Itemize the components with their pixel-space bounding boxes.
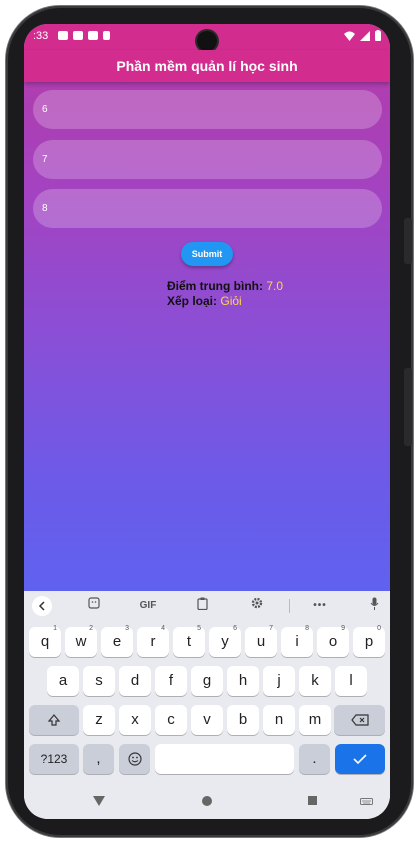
key-hint: 7: [269, 625, 273, 632]
average-label: Điểm trung bình:: [167, 279, 263, 293]
youtube-icon: [88, 31, 98, 40]
back-icon[interactable]: [93, 796, 105, 806]
key-hint: 9: [341, 625, 345, 632]
microphone-icon[interactable]: [366, 597, 382, 615]
rank-value: Giỏi: [220, 294, 242, 308]
key-m[interactable]: m: [299, 705, 331, 735]
score-field-1[interactable]: 6: [33, 90, 382, 129]
sticker-icon[interactable]: [84, 597, 104, 615]
key-hint: 3: [125, 625, 129, 632]
key-hint: 1: [53, 625, 57, 632]
key-label: w: [75, 633, 87, 650]
period-key[interactable]: .: [299, 744, 330, 774]
keyboard-toolbar: GIF •••: [24, 591, 390, 621]
submit-button[interactable]: Submit: [181, 242, 233, 266]
key-d[interactable]: d: [119, 666, 151, 696]
key-k[interactable]: k: [299, 666, 331, 696]
notification-icons: [58, 31, 110, 40]
key-y[interactable]: y6: [209, 625, 241, 657]
key-z[interactable]: z: [83, 705, 115, 735]
key-p[interactable]: p0: [353, 625, 385, 657]
score-field-2[interactable]: 7: [33, 140, 382, 179]
average-value: 7.0: [266, 279, 284, 293]
key-n[interactable]: n: [263, 705, 295, 735]
key-w[interactable]: w2: [65, 625, 97, 657]
keyboard: GIF ••• ?123 , . q 1 w 2 e 3 r 4 t 5 y 6…: [24, 591, 390, 819]
key-a[interactable]: a: [47, 666, 79, 696]
key-c[interactable]: c: [155, 705, 187, 735]
key-g[interactable]: g: [191, 666, 223, 696]
signal-icon: [360, 30, 370, 41]
key-x[interactable]: x: [119, 705, 151, 735]
youtube-icon: [73, 31, 83, 40]
settings-gear-icon[interactable]: [247, 597, 267, 615]
shift-key[interactable]: [29, 705, 79, 735]
key-label: y: [221, 633, 229, 650]
status-time: :33: [33, 30, 49, 42]
key-hint: 6: [233, 625, 237, 632]
key-label: p: [364, 633, 374, 650]
screen: :33 Phần mềm quản lí học sinh 6 7 8 Subm…: [24, 24, 390, 819]
key-j[interactable]: j: [263, 666, 295, 696]
collapse-icon[interactable]: [32, 596, 52, 616]
key-label: u: [256, 633, 266, 650]
key-o[interactable]: o9: [317, 625, 349, 657]
key-u[interactable]: u7: [245, 625, 277, 657]
app-notification-icon: [58, 31, 68, 40]
status-bar: :33: [24, 24, 390, 51]
navigation-bar: [24, 786, 390, 819]
home-icon[interactable]: [202, 796, 212, 806]
key-l[interactable]: l: [335, 666, 367, 696]
key-i[interactable]: i8: [281, 625, 313, 657]
key-label: i: [295, 633, 299, 650]
app-bar: Phần mềm quản lí học sinh: [24, 50, 390, 82]
key-label: e: [112, 633, 122, 650]
key-hint: 8: [305, 625, 309, 632]
more-options-icon[interactable]: •••: [310, 597, 330, 615]
backspace-key[interactable]: [334, 705, 385, 735]
key-label: q: [40, 633, 50, 650]
recents-icon[interactable]: [308, 796, 317, 805]
rank-label: Xếp loại:: [167, 294, 218, 308]
gif-button[interactable]: GIF: [135, 597, 161, 615]
front-camera: [197, 31, 217, 51]
system-icons: [344, 30, 381, 41]
emoji-key[interactable]: [119, 744, 150, 774]
key-r[interactable]: r4: [137, 625, 169, 657]
key-f[interactable]: f: [155, 666, 187, 696]
enter-key[interactable]: [335, 744, 385, 774]
app-background: :33 Phần mềm quản lí học sinh 6 7 8 Subm…: [24, 24, 390, 591]
key-hint: 2: [89, 625, 93, 632]
toolbar-divider: [289, 599, 290, 613]
sd-card-icon: [103, 31, 110, 40]
key-v[interactable]: v: [191, 705, 223, 735]
key-t[interactable]: t5: [173, 625, 205, 657]
key-h[interactable]: h: [227, 666, 259, 696]
key-e[interactable]: e3: [101, 625, 133, 657]
clipboard-icon[interactable]: [192, 597, 212, 615]
key-hint: 0: [377, 625, 381, 632]
key-label: o: [328, 633, 338, 650]
volume-button: [404, 218, 412, 264]
battery-icon: [375, 30, 381, 41]
average-row: Điểm trung bình: 7.0: [167, 279, 283, 293]
key-s[interactable]: s: [83, 666, 115, 696]
page-title: Phần mềm quản lí học sinh: [116, 58, 298, 74]
comma-key[interactable]: ,: [83, 744, 114, 774]
power-button: [404, 368, 412, 446]
key-b[interactable]: b: [227, 705, 259, 735]
symbols-key[interactable]: ?123: [29, 744, 79, 774]
key-label: t: [186, 633, 192, 650]
wifi-icon: [344, 31, 355, 41]
key-hint: 5: [197, 625, 201, 632]
keyboard-switch-icon[interactable]: [360, 798, 373, 806]
key-label: r: [150, 633, 156, 650]
key-q[interactable]: q1: [29, 625, 61, 657]
rank-row: Xếp loại: Giỏi: [167, 294, 242, 308]
space-key[interactable]: [155, 744, 294, 774]
key-hint: 4: [161, 625, 165, 632]
score-field-3[interactable]: 8: [33, 189, 382, 228]
